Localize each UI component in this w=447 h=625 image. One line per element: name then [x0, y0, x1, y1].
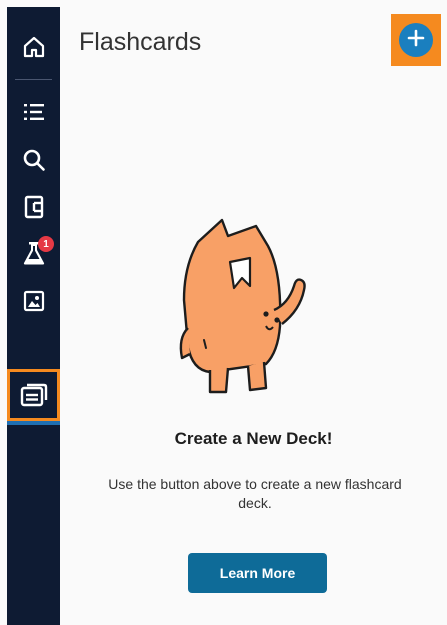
sidebar-item-search[interactable] [7, 138, 60, 182]
plus-icon [407, 29, 425, 52]
search-icon [22, 148, 46, 172]
list-icon [23, 102, 45, 122]
sidebar-item-home[interactable] [7, 25, 60, 69]
mascot-illustration [170, 214, 320, 409]
notification-badge: 1 [38, 236, 54, 252]
image-icon [23, 290, 45, 312]
empty-state-heading: Create a New Deck! [174, 429, 333, 448]
page-title: Flashcards [79, 28, 202, 56]
sidebar-item-lab[interactable]: 1 [7, 231, 60, 275]
empty-state-description: Use the button above to create a new fla… [108, 476, 402, 511]
sidebar-item-document[interactable] [7, 185, 60, 229]
flashcards-icon [20, 382, 48, 408]
active-indicator [7, 421, 60, 425]
sidebar-divider [15, 79, 52, 80]
sidebar: 1 [7, 7, 60, 625]
learn-more-button[interactable]: Learn More [188, 553, 327, 593]
add-deck-button[interactable] [391, 14, 441, 66]
document-icon [24, 195, 44, 219]
sidebar-item-images[interactable] [7, 279, 60, 323]
add-button-circle [399, 23, 433, 57]
sidebar-item-list[interactable] [7, 90, 60, 134]
home-icon [22, 35, 46, 59]
app: 1 Flashcards Create a New Deck! Use the … [0, 0, 447, 625]
sidebar-item-flashcards[interactable] [7, 369, 60, 421]
